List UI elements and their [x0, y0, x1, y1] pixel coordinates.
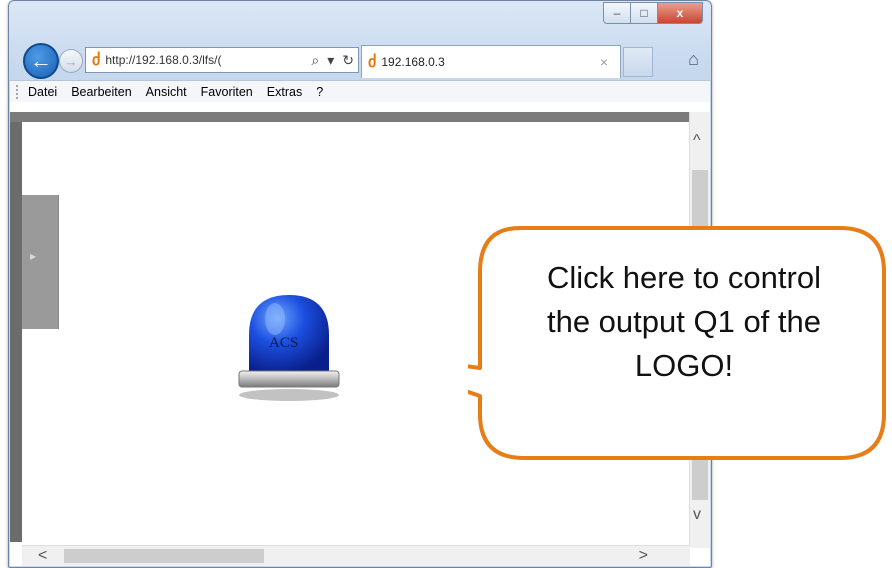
close-tab-icon[interactable]: × [600, 54, 608, 70]
menu-help[interactable]: ? [316, 85, 323, 99]
refresh-icon[interactable]: ↻ [342, 52, 354, 69]
new-tab-button[interactable] [623, 47, 653, 77]
address-bar[interactable]: ძ http://192.168.0.3/lfs/( ⌕ ▾ ↻ [85, 47, 359, 73]
menu-grip [16, 85, 22, 99]
home-icon[interactable]: ⌂ [688, 49, 699, 70]
search-icon[interactable]: ⌕ [311, 52, 319, 69]
page-top-bar [10, 112, 692, 122]
maximize-button[interactable]: □ [631, 2, 658, 24]
page-left-bar [10, 122, 22, 542]
scroll-left-icon[interactable]: < [38, 547, 47, 565]
callout-line-2: the output Q1 of the [546, 304, 822, 339]
q1-lamp-button[interactable]: ACS [235, 291, 343, 405]
side-panel-toggle[interactable]: ▸ [22, 195, 59, 329]
menu-ansicht[interactable]: Ansicht [146, 85, 187, 99]
back-arrow-icon: ← [30, 48, 52, 73]
site-favicon-icon: ძ [92, 52, 101, 69]
menu-bearbeiten[interactable]: Bearbeiten [71, 85, 131, 99]
minimize-button[interactable]: – [603, 2, 631, 24]
lamp-label: ACS [269, 335, 299, 351]
menu-extras[interactable]: Extras [267, 85, 302, 99]
scroll-up-icon[interactable]: ^ [693, 132, 701, 150]
forward-button[interactable]: → [59, 49, 83, 73]
back-button[interactable]: ← [23, 43, 59, 79]
forward-arrow-icon: → [64, 53, 78, 69]
tab-title: 192.168.0.3 [381, 55, 445, 69]
address-url[interactable]: http://192.168.0.3/lfs/( [105, 53, 307, 67]
horizontal-scrollbar[interactable]: < > [22, 545, 690, 566]
dropdown-icon[interactable]: ▾ [327, 52, 334, 69]
window-controls: – □ x [603, 2, 703, 24]
expand-arrow-icon: ▸ [30, 249, 37, 263]
scroll-right-icon[interactable]: > [639, 547, 648, 565]
scroll-down-icon[interactable]: v [693, 506, 701, 524]
close-button[interactable]: x [658, 2, 703, 24]
callout-text: Click here to control the output Q1 of t… [482, 256, 886, 388]
callout-line-3: LOGO! [634, 348, 734, 383]
tab-192-168-0-3[interactable]: ძ 192.168.0.3 × [361, 45, 621, 78]
tab-favicon-icon: ძ [368, 54, 377, 71]
menu-bar: Datei Bearbeiten Ansicht Favoriten Extra… [10, 80, 710, 103]
menu-favoriten[interactable]: Favoriten [201, 85, 253, 99]
horizontal-scroll-thumb[interactable] [64, 549, 264, 563]
menu-datei[interactable]: Datei [28, 85, 57, 99]
callout-line-1: Click here to control [547, 260, 821, 295]
navigation-bar: ← → ძ http://192.168.0.3/lfs/( ⌕ ▾ ↻ ძ 1… [9, 41, 711, 79]
